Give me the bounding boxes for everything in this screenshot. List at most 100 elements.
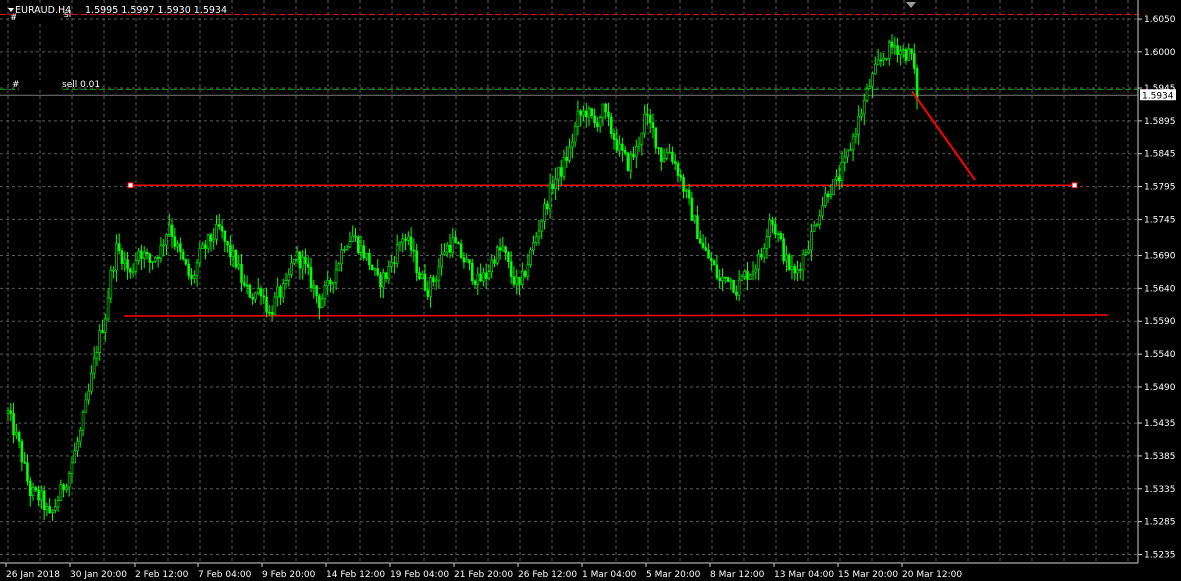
y-tick-label: 1.5285 (1144, 518, 1176, 528)
y-tick-label: 1.6050 (1144, 15, 1176, 25)
candle-body (445, 244, 449, 253)
candle-body (579, 110, 582, 116)
candle-body (432, 277, 435, 282)
candle-body (387, 265, 391, 279)
candle-body (26, 462, 29, 482)
candle-body (254, 292, 257, 300)
candle-body (634, 146, 638, 158)
candle-body (131, 270, 135, 273)
candle-body (381, 272, 385, 288)
candle-body (368, 252, 371, 266)
candle-body (81, 412, 85, 431)
candle-body (376, 268, 380, 275)
candle-body (812, 224, 816, 232)
candle-body (512, 276, 516, 285)
candle-body (773, 224, 777, 235)
candle-body (887, 41, 891, 59)
candle-body (407, 236, 410, 241)
candle-body (534, 236, 538, 243)
candle-body (31, 487, 35, 496)
candle-body (201, 244, 204, 249)
candle-body (548, 183, 552, 210)
candle-body (576, 110, 580, 127)
candle-body (896, 45, 899, 56)
candle-body (523, 271, 527, 277)
candle-body (129, 268, 132, 273)
candle-body (295, 251, 299, 260)
candle-body (718, 277, 721, 282)
candle-body (268, 311, 271, 314)
candle-body (584, 110, 588, 118)
candle-body (173, 236, 177, 247)
candle-body (468, 259, 471, 264)
candle-body (860, 113, 863, 117)
candle-body (370, 264, 374, 271)
candle-body (573, 126, 577, 143)
candle-body (615, 139, 619, 151)
candle-body (323, 285, 327, 300)
y-tick-label: 1.5590 (1144, 317, 1176, 327)
candle-body (190, 275, 193, 279)
candle-body (879, 59, 883, 62)
candle-body (226, 241, 229, 246)
candle-body (220, 226, 224, 232)
candle-body (565, 156, 569, 161)
candle-body (351, 235, 355, 242)
candle-body (665, 151, 669, 159)
candle-body (732, 279, 735, 293)
candle-body (607, 111, 610, 118)
candle-body (762, 247, 766, 258)
candle-body (785, 254, 788, 262)
candle-body (587, 108, 591, 118)
candle-body (871, 73, 874, 87)
candle-body (509, 261, 513, 277)
candle-body (787, 254, 791, 270)
candle-body (56, 500, 60, 508)
candle-body (623, 150, 627, 154)
candle-body (276, 286, 279, 298)
candle-body (120, 250, 124, 264)
candle-body (309, 267, 313, 289)
candle-body (279, 286, 282, 298)
candle-body (40, 490, 43, 501)
candle-body (518, 277, 521, 285)
candle-body (443, 251, 446, 255)
candle-body (167, 224, 171, 235)
candle-body (112, 269, 115, 272)
candle-body (243, 282, 246, 286)
candle-body (857, 116, 860, 135)
candle-body (393, 262, 396, 264)
price-chart[interactable]: 1.60501.60001.59451.58951.58451.57951.57… (0, 0, 1181, 581)
candle-body (212, 238, 216, 242)
candle-body (404, 238, 407, 241)
candle-body (451, 237, 455, 253)
candle-body (659, 148, 663, 162)
candle-body (557, 167, 560, 180)
candle-body (487, 271, 491, 279)
candle-body (693, 215, 696, 221)
candle-body (532, 242, 535, 251)
x-tick-label: 30 Jan 20:00 (70, 570, 127, 580)
y-tick-label: 1.5640 (1144, 284, 1176, 294)
candle-body (551, 183, 555, 189)
candle-body (843, 156, 847, 163)
candle-body (12, 412, 15, 436)
candle-body (229, 244, 232, 258)
candle-body (6, 410, 10, 414)
candle-body (796, 269, 799, 274)
candle-body (685, 189, 688, 192)
candle-body (256, 288, 260, 294)
candle-body (176, 243, 179, 247)
candle-body (707, 249, 710, 259)
candle-body (632, 154, 635, 158)
candle-body (851, 135, 855, 151)
candle-body (409, 236, 413, 251)
candle-body (273, 296, 277, 315)
candle-body (876, 59, 880, 65)
candle-body (320, 298, 324, 309)
candle-body (490, 259, 494, 273)
x-tick-label: 26 Jan 2018 (6, 570, 60, 580)
candle-body (148, 253, 152, 263)
candle-body (145, 251, 149, 255)
y-tick-label: 1.5745 (1144, 215, 1176, 225)
